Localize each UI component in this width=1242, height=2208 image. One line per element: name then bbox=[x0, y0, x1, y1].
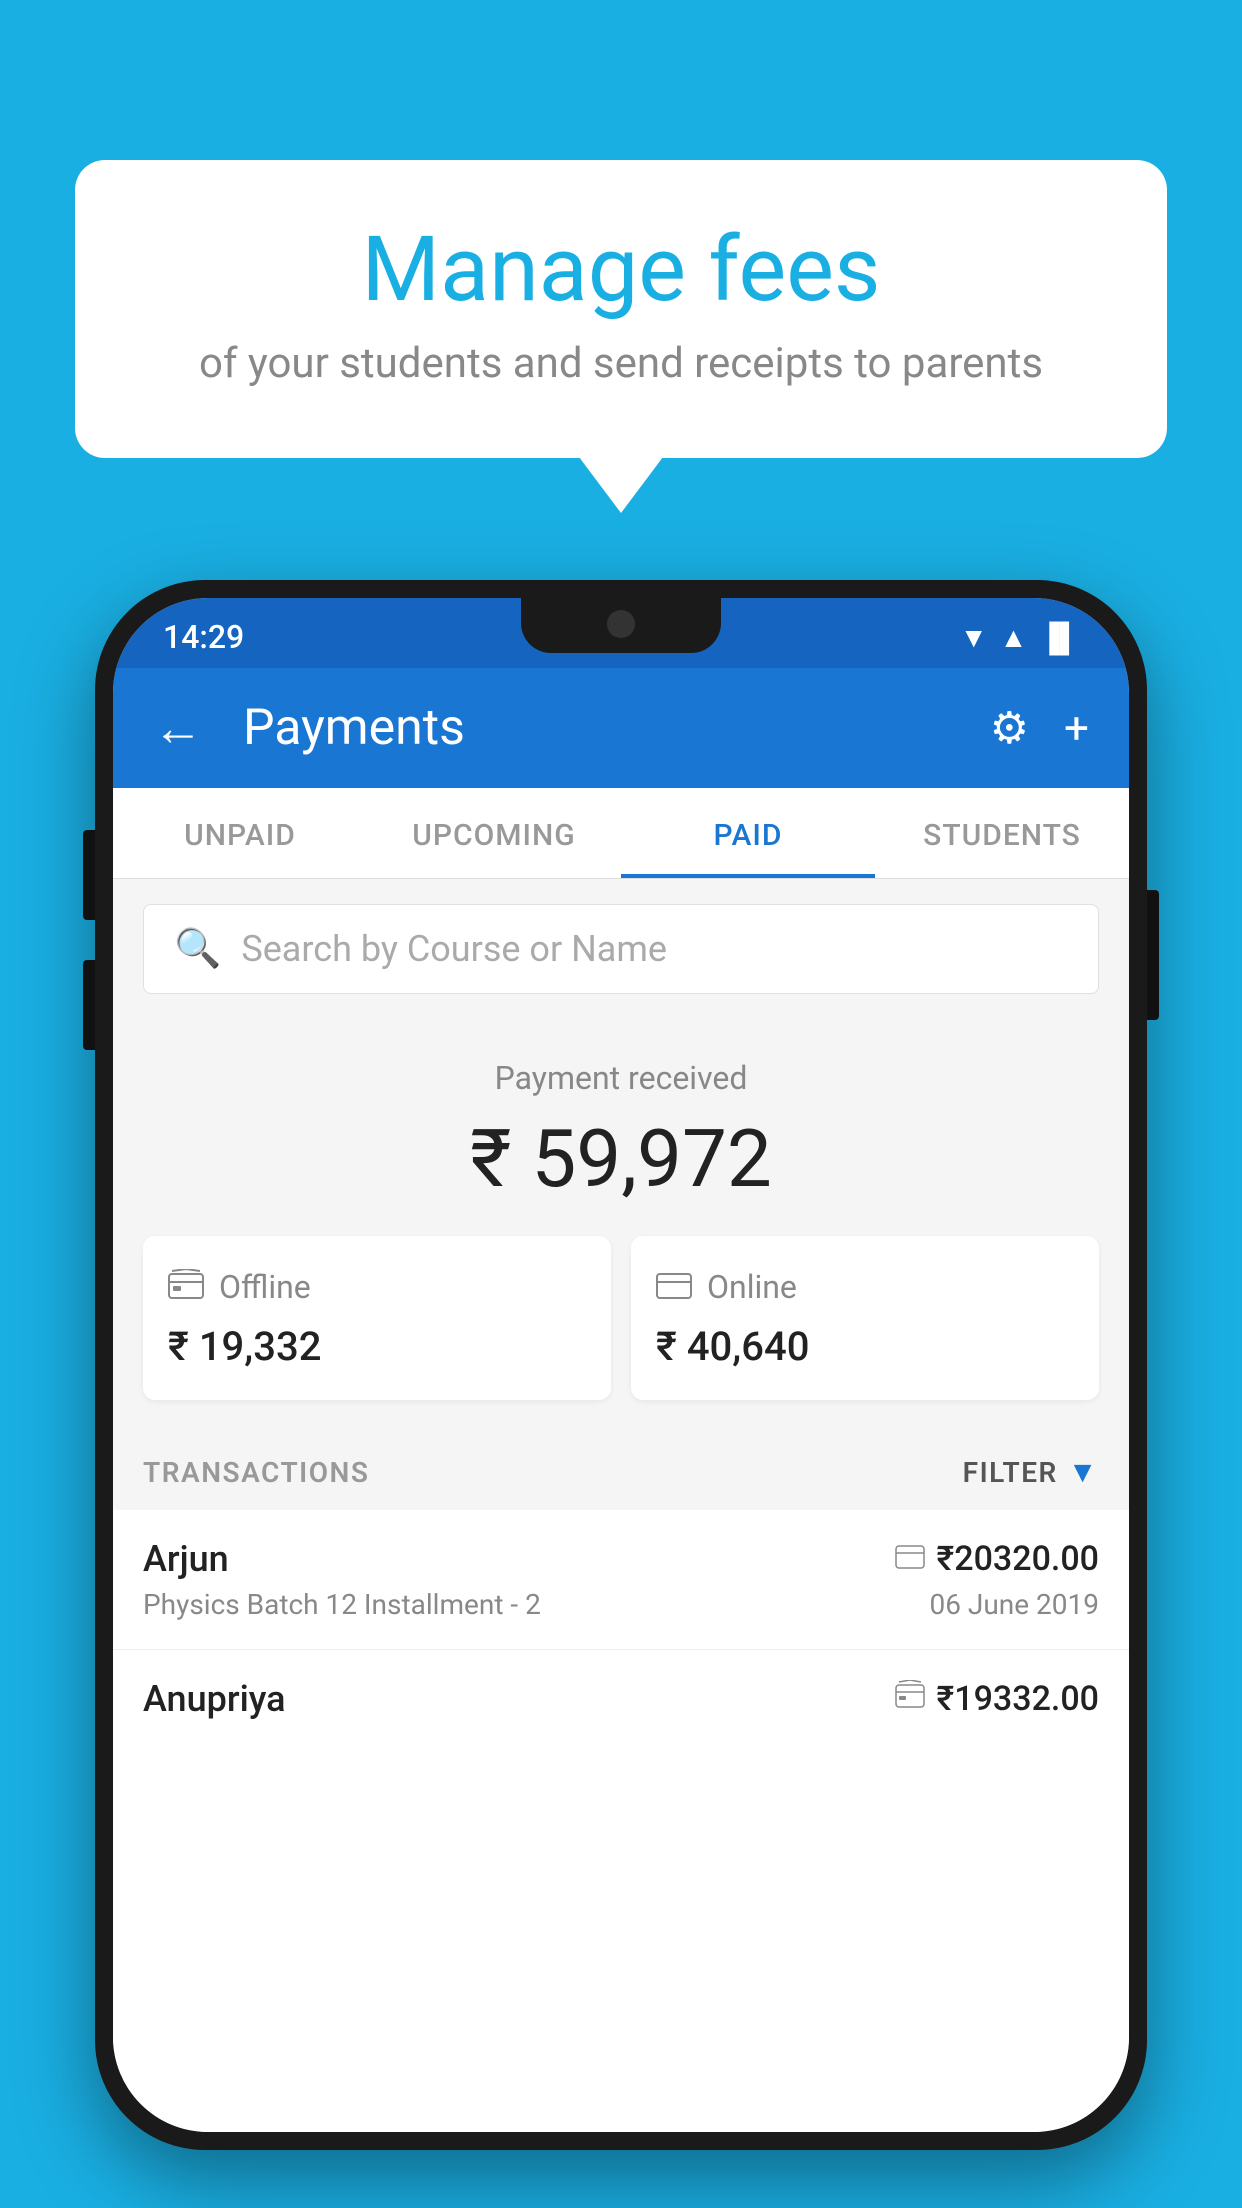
phone-wrapper: 14:29 ▼ ▲ ▐▌ ← Payments ⚙ + UNPAID bbox=[95, 580, 1147, 2208]
phone-btn-right bbox=[1147, 890, 1159, 1020]
transaction-amount-container: ₹20320.00 bbox=[895, 1539, 1099, 1579]
transaction-amount: ₹20320.00 bbox=[937, 1539, 1099, 1579]
payment-cards: Offline ₹ 19,332 bbox=[143, 1236, 1099, 1400]
transaction-icon-2 bbox=[895, 1680, 925, 1718]
search-container: 🔍 Search by Course or Name bbox=[113, 879, 1129, 1019]
tab-upcoming[interactable]: UPCOMING bbox=[367, 788, 621, 878]
battery-icon: ▐▌ bbox=[1039, 621, 1079, 654]
offline-payment-card: Offline ₹ 19,332 bbox=[143, 1236, 611, 1400]
filter-label: FILTER bbox=[963, 1456, 1058, 1489]
online-card-icon bbox=[656, 1266, 692, 1308]
phone-camera bbox=[607, 610, 635, 638]
tabs-bar: UNPAID UPCOMING PAID STUDENTS bbox=[113, 788, 1129, 879]
transaction-amount-2: ₹19332.00 bbox=[937, 1679, 1099, 1719]
phone-screen: 14:29 ▼ ▲ ▐▌ ← Payments ⚙ + UNPAID bbox=[113, 598, 1129, 2132]
offline-card-icon bbox=[168, 1266, 204, 1308]
phone-btn-left2 bbox=[83, 960, 95, 1050]
bubble-subtitle: of your students and send receipts to pa… bbox=[155, 339, 1087, 388]
transaction-icon bbox=[895, 1542, 925, 1577]
speech-bubble-container: Manage fees of your students and send re… bbox=[75, 160, 1167, 458]
bubble-title: Manage fees bbox=[155, 220, 1087, 319]
speech-bubble: Manage fees of your students and send re… bbox=[75, 160, 1167, 458]
phone-notch bbox=[521, 598, 721, 653]
payment-total-amount: ₹ 59,972 bbox=[143, 1112, 1099, 1206]
search-icon: 🔍 bbox=[174, 927, 221, 971]
transaction-course: Physics Batch 12 Installment - 2 bbox=[143, 1588, 541, 1621]
tab-paid[interactable]: PAID bbox=[621, 788, 875, 878]
payment-received-label: Payment received bbox=[143, 1059, 1099, 1097]
payment-summary: Payment received ₹ 59,972 bbox=[113, 1019, 1129, 1430]
wifi-icon: ▼ bbox=[960, 621, 988, 654]
tab-students[interactable]: STUDENTS bbox=[875, 788, 1129, 878]
phone-btn-left bbox=[83, 830, 95, 920]
offline-card-header: Offline bbox=[168, 1266, 586, 1308]
phone-frame: 14:29 ▼ ▲ ▐▌ ← Payments ⚙ + UNPAID bbox=[95, 580, 1147, 2150]
settings-icon[interactable]: ⚙ bbox=[990, 702, 1029, 754]
transaction-row-partial[interactable]: Anupriya ₹19332.00 bbox=[113, 1650, 1129, 1748]
add-icon[interactable]: + bbox=[1064, 702, 1089, 754]
transaction-amount-container-2: ₹19332.00 bbox=[895, 1679, 1099, 1719]
tab-unpaid[interactable]: UNPAID bbox=[113, 788, 367, 878]
app-bar: ← Payments ⚙ + bbox=[113, 668, 1129, 788]
status-time: 14:29 bbox=[163, 618, 244, 656]
online-label: Online bbox=[707, 1268, 797, 1306]
search-placeholder: Search by Course or Name bbox=[241, 928, 667, 970]
transaction-name-2: Anupriya bbox=[143, 1678, 286, 1720]
online-card-header: Online bbox=[656, 1266, 1074, 1308]
transaction-date: 06 June 2019 bbox=[929, 1588, 1099, 1621]
online-payment-card: Online ₹ 40,640 bbox=[631, 1236, 1099, 1400]
offline-amount: ₹ 19,332 bbox=[168, 1323, 586, 1370]
app-bar-title: Payments bbox=[243, 699, 960, 757]
filter-button[interactable]: FILTER ▼ bbox=[963, 1455, 1099, 1490]
app-bar-actions: ⚙ + bbox=[990, 702, 1089, 754]
status-icons: ▼ ▲ ▐▌ bbox=[960, 621, 1079, 654]
search-box[interactable]: 🔍 Search by Course or Name bbox=[143, 904, 1099, 994]
transactions-label: TRANSACTIONS bbox=[143, 1456, 369, 1489]
offline-label: Offline bbox=[219, 1268, 311, 1306]
filter-icon: ▼ bbox=[1068, 1455, 1099, 1490]
back-button[interactable]: ← bbox=[153, 699, 203, 758]
transactions-header: TRANSACTIONS FILTER ▼ bbox=[113, 1430, 1129, 1510]
transactions-list: Arjun ₹20320.00 Physics bbox=[113, 1510, 1129, 2132]
transaction-row[interactable]: Arjun ₹20320.00 Physics bbox=[113, 1510, 1129, 1650]
online-amount: ₹ 40,640 bbox=[656, 1323, 1074, 1370]
signal-icon: ▲ bbox=[1000, 621, 1028, 654]
transaction-name: Arjun bbox=[143, 1538, 229, 1580]
